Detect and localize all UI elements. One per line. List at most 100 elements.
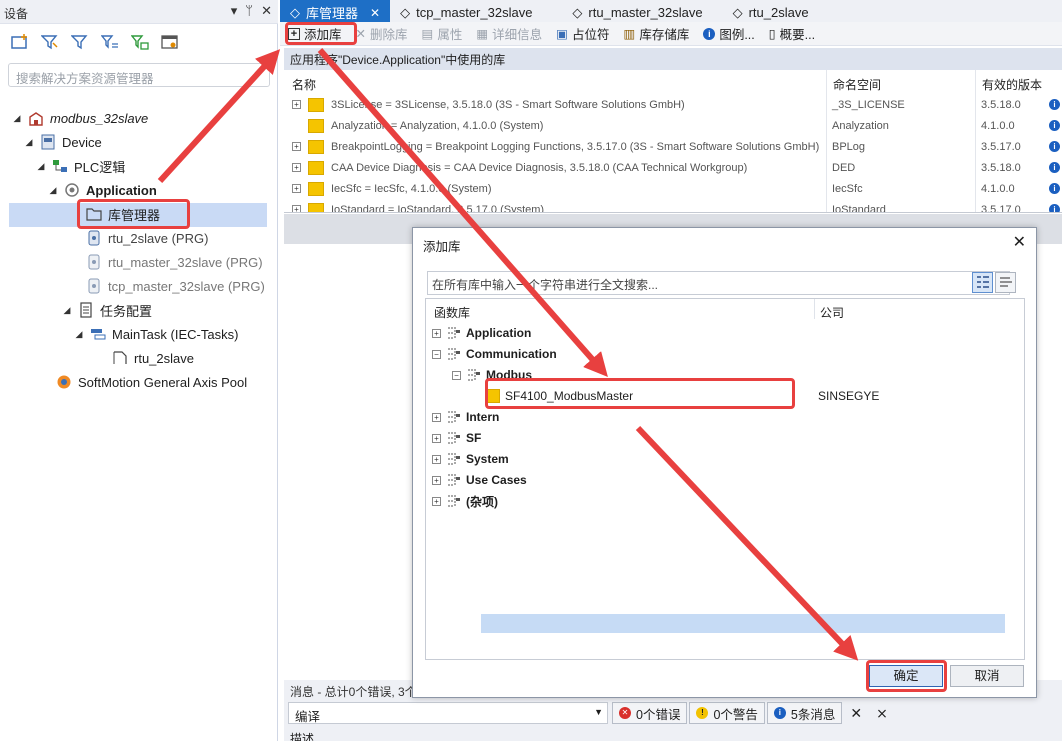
tree-item-rtu-2slave-task[interactable]: rtu_2slave bbox=[96, 346, 194, 370]
category-sf[interactable]: + SF bbox=[432, 428, 481, 448]
properties-icon: ▤ bbox=[421, 27, 434, 41]
icons-legend-button[interactable]: i 图例... bbox=[703, 24, 755, 43]
expand-icon[interactable]: + bbox=[432, 454, 441, 464]
tab-tcp-master[interactable]: ◇ tcp_master_32slave bbox=[390, 0, 542, 22]
category-system[interactable]: + System bbox=[432, 449, 509, 469]
info-icon[interactable]: i bbox=[1049, 183, 1060, 194]
library-version: 3.5.18.0 bbox=[981, 162, 1021, 174]
expand-icon[interactable]: + bbox=[292, 163, 301, 172]
pin-icon[interactable]: ᛘ bbox=[245, 3, 253, 19]
message-category-select[interactable]: 编译 ▼ bbox=[288, 702, 608, 724]
category-use-cases[interactable]: + Use Cases bbox=[432, 470, 527, 490]
expand-icon[interactable]: + bbox=[292, 205, 301, 212]
collapse-arrow-icon[interactable]: ◢ bbox=[24, 137, 34, 148]
tab-close-icon[interactable]: ✕ bbox=[370, 6, 380, 20]
library-search-input[interactable]: 在所有库中输入一个字符串进行全文搜索... bbox=[427, 271, 1010, 295]
clear-filter-button[interactable]: ⨯ bbox=[870, 702, 894, 724]
tab-library-manager[interactable]: ◇ 库管理器 ✕ bbox=[280, 0, 391, 22]
tree-item-rtu-2slave-prg[interactable]: rtu_2slave (PRG) bbox=[70, 226, 208, 250]
filter-check-icon[interactable] bbox=[130, 32, 150, 52]
column-header-name[interactable]: 名称 bbox=[292, 76, 316, 93]
filter-edit-icon[interactable] bbox=[70, 32, 90, 52]
tree-item-device[interactable]: ◢ Device bbox=[24, 130, 102, 154]
filter-icon[interactable] bbox=[40, 32, 60, 52]
add-object-icon[interactable] bbox=[10, 32, 30, 52]
tree-item-project[interactable]: ◢ modbus_32slave bbox=[12, 106, 149, 130]
collapse-icon[interactable]: − bbox=[452, 370, 461, 380]
tree-item-tcp-master-prg[interactable]: tcp_master_32slave (PRG) bbox=[70, 274, 265, 298]
info-icon[interactable]: i bbox=[1049, 99, 1060, 110]
info-icon[interactable]: i bbox=[1049, 120, 1060, 131]
infos-filter-button[interactable]: i 5条消息 bbox=[766, 702, 843, 724]
category-icon bbox=[446, 452, 461, 467]
expand-icon[interactable]: + bbox=[432, 475, 441, 485]
tree-item-rtu-master-prg[interactable]: rtu_master_32slave (PRG) bbox=[70, 250, 263, 274]
category-intern[interactable]: + Intern bbox=[432, 407, 499, 427]
tree-view-icon[interactable] bbox=[972, 272, 993, 293]
collapse-arrow-icon[interactable]: ◢ bbox=[36, 161, 46, 172]
library-row[interactable]: + BreakpointLogging = Breakpoint Logging … bbox=[284, 138, 1062, 159]
info-icon[interactable]: i bbox=[1049, 204, 1060, 212]
column-header-library[interactable]: 函数库 bbox=[434, 304, 470, 321]
tree-item-plc-logic[interactable]: ◢ PLC逻辑 bbox=[36, 154, 126, 178]
column-header-namespace[interactable]: 命名空间 bbox=[833, 76, 881, 93]
placeholder-button[interactable]: ▣ 占位符 bbox=[556, 24, 609, 43]
warnings-filter-button[interactable]: ! 0个警告 bbox=[689, 702, 765, 724]
tab-rtu-master[interactable]: ◇ rtu_master_32slave bbox=[562, 0, 712, 22]
library-row[interactable]: Analyzation = Analyzation, 4.1.0.0 (Syst… bbox=[284, 117, 1062, 138]
library-namespace: _3S_LICENSE bbox=[832, 99, 905, 111]
tree-label: modbus_32slave bbox=[50, 110, 149, 126]
category-misc[interactable]: + (杂项) bbox=[432, 491, 498, 511]
delete-library-button[interactable]: ✕ 删除库 bbox=[356, 24, 408, 43]
tree-item-softmotion[interactable]: SoftMotion General Axis Pool bbox=[40, 370, 247, 394]
tree-item-main-task[interactable]: ◢ MainTask (IEC-Tasks) bbox=[74, 322, 239, 346]
collapse-arrow-icon[interactable]: ◢ bbox=[48, 185, 58, 196]
clear-messages-button[interactable]: ✕ bbox=[844, 702, 868, 724]
device-icon bbox=[40, 134, 56, 150]
device-window-icon[interactable] bbox=[160, 32, 180, 52]
category-communication[interactable]: − Communication bbox=[432, 344, 557, 364]
summary-button[interactable]: ▯ 概要... bbox=[769, 24, 815, 43]
tab-rtu-2slave[interactable]: ◇ rtu_2slave bbox=[723, 0, 819, 22]
expand-icon[interactable]: + bbox=[292, 142, 301, 151]
library-repository-button[interactable]: ▥ 库存储库 bbox=[624, 24, 690, 43]
library-row[interactable]: + IecSfc = IecSfc, 4.1.0.0 (System) IecSfc… bbox=[284, 180, 1062, 201]
library-row[interactable]: +3SLicense = 3SLicense, 3.5.18.0 (3S - S… bbox=[284, 96, 1062, 117]
category-icon bbox=[446, 473, 461, 488]
column-header-version[interactable]: 有效的版本 bbox=[982, 76, 1042, 93]
errors-filter-button[interactable]: ✕ 0个错误 bbox=[612, 702, 688, 724]
expand-icon[interactable]: + bbox=[292, 100, 301, 109]
view-toggle bbox=[972, 272, 1016, 293]
expand-icon[interactable]: + bbox=[432, 496, 441, 506]
tree-item-task-config[interactable]: ◢ 任务配置 bbox=[62, 298, 152, 322]
library-namespace: IoStandard bbox=[832, 204, 886, 213]
tab-label: rtu_2slave bbox=[748, 5, 809, 20]
cancel-button[interactable]: 取消 bbox=[950, 665, 1024, 687]
expand-icon[interactable]: + bbox=[292, 184, 301, 193]
category-application[interactable]: + Application bbox=[432, 323, 531, 343]
collapse-arrow-icon[interactable]: ◢ bbox=[12, 113, 22, 124]
collapse-arrow-icon[interactable]: ◢ bbox=[74, 329, 84, 340]
collapse-arrow-icon[interactable]: ◢ bbox=[62, 305, 72, 316]
details-button[interactable]: ▦ 详细信息 bbox=[476, 24, 542, 43]
library-row[interactable]: + IoStandard = IoStandard, 3.5.17.0 (Syst… bbox=[284, 201, 1062, 213]
collapse-icon[interactable]: − bbox=[432, 349, 441, 359]
library-namespace: BPLog bbox=[832, 141, 866, 153]
dialog-close-icon[interactable]: ✕ bbox=[1013, 232, 1026, 252]
tree-label: 任务配置 bbox=[100, 303, 153, 319]
info-icon[interactable]: i bbox=[1049, 141, 1060, 152]
column-header-company[interactable]: 公司 bbox=[820, 304, 844, 321]
expand-icon[interactable]: + bbox=[432, 328, 441, 338]
info-icon[interactable]: i bbox=[1049, 162, 1060, 173]
expand-icon[interactable]: + bbox=[432, 433, 441, 443]
category-icon bbox=[466, 368, 481, 383]
close-icon[interactable]: ✕ bbox=[261, 3, 272, 19]
dropdown-icon[interactable]: ▾ bbox=[231, 3, 238, 19]
properties-button[interactable]: ▤ 属性 bbox=[422, 24, 463, 43]
filter-list-icon[interactable] bbox=[100, 32, 120, 52]
list-view-icon[interactable] bbox=[995, 272, 1016, 293]
messages-summary: 消息 - 总计0个错误, 3个 bbox=[290, 685, 417, 699]
library-row[interactable]: + CAA Device Diagnosis = CAA Device Diagn… bbox=[284, 159, 1062, 180]
expand-icon[interactable]: + bbox=[432, 412, 441, 422]
solution-search-input[interactable]: 搜索解决方案资源管理器 bbox=[8, 63, 270, 87]
